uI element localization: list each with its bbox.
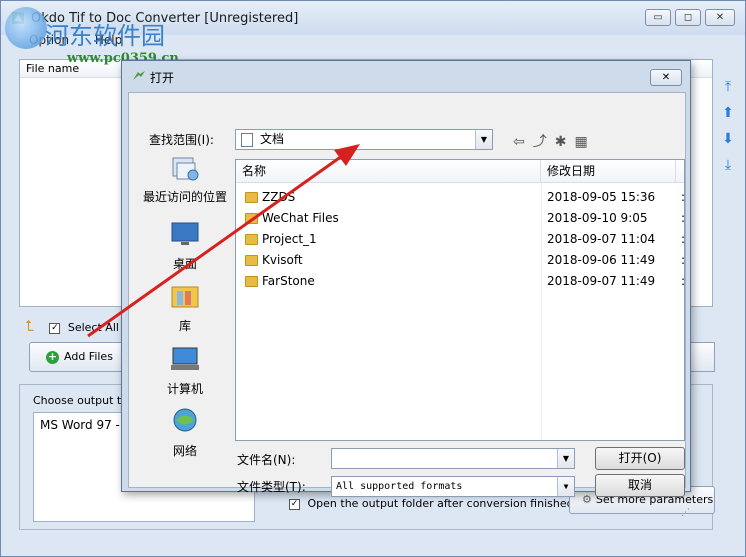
- gear-icon: ⚙: [582, 493, 592, 506]
- minimize-button[interactable]: ▭: [645, 9, 671, 26]
- reorder-controls: ⤒ ⬆ ⬇ ⤓: [721, 79, 739, 183]
- watermark-name: 河东软件园: [45, 22, 165, 50]
- file-type-value: All supported formats: [336, 481, 463, 492]
- desktop-icon: [171, 222, 199, 245]
- plus-icon: +: [46, 350, 59, 364]
- file-name-input[interactable]: ▼: [331, 448, 575, 469]
- look-in-value: 文档: [260, 132, 285, 146]
- place-desktop[interactable]: 桌面: [143, 220, 227, 272]
- file-name: WeChat Files: [262, 211, 339, 225]
- file-name: ZZDS: [262, 190, 296, 204]
- file-name: Project_1: [262, 232, 317, 246]
- cancel-button[interactable]: 取消: [595, 474, 685, 497]
- open-dialog: 打开 ✕ 查找范围(I): 文档 ▼ ⇦⤴✱▦ 最近访问的位置 桌面 库 计算机: [121, 60, 691, 518]
- view-menu-icon[interactable]: ▦: [574, 134, 595, 150]
- computer-icon: [171, 347, 199, 370]
- place-libraries[interactable]: 库: [143, 282, 227, 334]
- recent-places-icon: [172, 157, 199, 181]
- place-label: 最近访问的位置: [143, 190, 228, 204]
- watermark-logo: [5, 7, 47, 49]
- resize-grip-icon[interactable]: ⋰: [681, 508, 690, 518]
- add-files-label: Add Files: [64, 350, 113, 363]
- chevron-down-icon[interactable]: ▼: [557, 449, 574, 468]
- open-folder-option: ✓ Open the output folder after conversio…: [289, 497, 574, 510]
- dialog-close-button[interactable]: ✕: [650, 69, 682, 86]
- file-date: 2018-09-10 9:05: [547, 211, 648, 225]
- select-all-checkbox[interactable]: ✓: [49, 322, 61, 334]
- folder-icon: [245, 213, 258, 224]
- remove-button[interactable]: [691, 342, 715, 372]
- open-button[interactable]: 打开(O): [595, 447, 685, 470]
- place-label: 桌面: [172, 257, 197, 271]
- network-icon: [173, 408, 197, 432]
- list-item[interactable]: ZZDS 2018-09-05 15:36 :: [236, 187, 684, 208]
- open-folder-checkbox[interactable]: ✓: [289, 498, 300, 510]
- dialog-body: 查找范围(I): 文档 ▼ ⇦⤴✱▦ 最近访问的位置 桌面 库 计算机 网络 名…: [128, 92, 690, 518]
- modified-column-header[interactable]: 修改日期: [541, 160, 676, 183]
- look-in-dropdown[interactable]: 文档 ▼: [235, 129, 493, 150]
- place-label: 计算机: [166, 382, 203, 396]
- folder-icon: [245, 192, 258, 203]
- up-folder-icon[interactable]: ⤴: [533, 134, 555, 150]
- back-icon[interactable]: ⇦: [513, 134, 533, 150]
- place-network[interactable]: 网络: [143, 407, 227, 459]
- list-item[interactable]: FarStone 2018-09-07 11:49 :: [236, 271, 684, 292]
- dialog-icon: [133, 71, 145, 80]
- select-all-label: Select All: [67, 321, 119, 334]
- name-column-header[interactable]: 名称: [236, 160, 541, 183]
- place-label: 库: [178, 319, 191, 333]
- list-item[interactable]: WeChat Files 2018-09-10 9:05 :: [236, 208, 684, 229]
- place-computer[interactable]: 计算机: [143, 345, 227, 397]
- file-date: 2018-09-07 11:49: [547, 274, 656, 288]
- folder-icon: [245, 255, 258, 266]
- dialog-title: 打开: [150, 71, 175, 85]
- move-bottom-icon[interactable]: ⤓: [721, 157, 735, 173]
- file-type-label: 文件类型(T):: [237, 480, 306, 494]
- extra-column-header[interactable]: [676, 160, 684, 183]
- file-type-dropdown[interactable]: All supported formats ▼: [331, 476, 575, 497]
- file-date: 2018-09-06 11:49: [547, 253, 656, 267]
- select-all: ⮤ ✓ Select All: [25, 317, 119, 335]
- place-recent[interactable]: 最近访问的位置: [143, 155, 227, 204]
- list-item[interactable]: Kvisoft 2018-09-06 11:49 :: [236, 250, 684, 271]
- new-folder-icon[interactable]: ✱: [555, 134, 575, 150]
- file-name-label: 文件名(N):: [237, 453, 296, 467]
- chevron-down-icon[interactable]: ▼: [475, 130, 492, 149]
- file-date: 2018-09-05 15:36: [547, 190, 656, 204]
- folder-icon: [245, 276, 258, 287]
- move-down-icon[interactable]: ⬇: [721, 131, 735, 147]
- output-format-item[interactable]: MS Word 97 - 2: [40, 418, 131, 432]
- look-in-label: 查找范围(I):: [149, 133, 214, 147]
- file-date: 2018-09-07 11:04: [547, 232, 656, 246]
- document-icon: [241, 133, 253, 147]
- list-item[interactable]: Project_1 2018-09-07 11:04 :: [236, 229, 684, 250]
- file-pane[interactable]: 名称 修改日期 ZZDS 2018-09-05 15:36 : WeChat F…: [235, 159, 685, 441]
- chevron-down-icon[interactable]: ▼: [557, 477, 574, 496]
- nav-toolbar: ⇦⤴✱▦: [513, 131, 596, 151]
- folder-icon: [245, 234, 258, 245]
- add-files-button[interactable]: + Add Files: [29, 342, 133, 372]
- file-name: FarStone: [262, 274, 315, 288]
- maximize-button[interactable]: ◻: [675, 9, 701, 26]
- close-button[interactable]: ✕: [705, 9, 735, 26]
- file-name: Kvisoft: [262, 253, 303, 267]
- place-label: 网络: [172, 444, 197, 458]
- move-up-icon[interactable]: ⬆: [721, 105, 735, 121]
- open-folder-label: Open the output folder after conversion …: [307, 497, 574, 510]
- up-folder-icon[interactable]: ⮤: [25, 317, 34, 335]
- libraries-icon: [171, 286, 199, 308]
- move-top-icon[interactable]: ⤒: [721, 79, 735, 95]
